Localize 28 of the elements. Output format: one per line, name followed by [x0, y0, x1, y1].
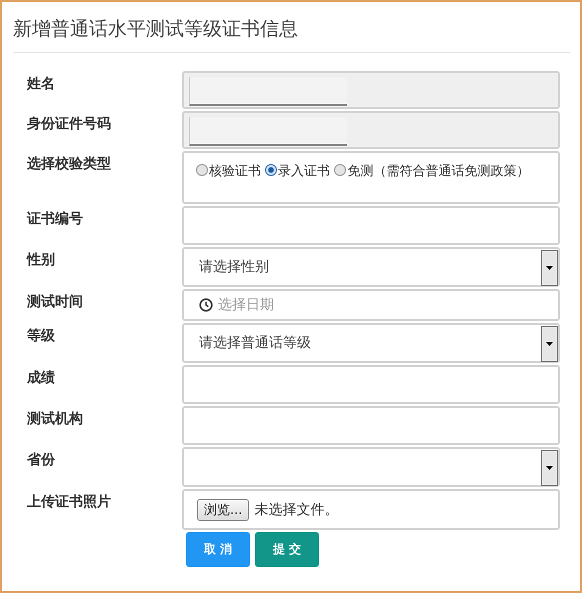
- browse-button[interactable]: 浏览...: [197, 498, 250, 520]
- text-field[interactable]: [182, 206, 560, 245]
- field-label: 上传证书照片: [27, 493, 111, 511]
- field-label: 等级: [27, 327, 55, 345]
- radio-button[interactable]: [265, 164, 278, 176]
- field-label: 省份: [27, 451, 55, 469]
- text-field[interactable]: [182, 365, 560, 404]
- page-title: 新增普通话水平测试等级证书信息: [12, 17, 299, 42]
- radio-button[interactable]: [196, 164, 208, 176]
- radio-button[interactable]: [334, 164, 346, 176]
- submit-button[interactable]: 提 交: [255, 532, 319, 567]
- radio-label[interactable]: 核验证书: [209, 164, 261, 179]
- field-label: 证书编号: [27, 210, 83, 228]
- field-label: 身份证件号码: [27, 115, 111, 133]
- clock-icon: [199, 298, 213, 312]
- file-status: 未选择文件。: [254, 500, 338, 518]
- text-field[interactable]: [182, 406, 560, 445]
- field-label: 性别: [27, 251, 55, 269]
- field-label: 成绩: [27, 369, 55, 387]
- select-field[interactable]: 请选择性别: [182, 247, 560, 287]
- radio-label[interactable]: 录入证书: [278, 164, 330, 179]
- select-field[interactable]: [182, 447, 560, 487]
- radio-label[interactable]: 免测（需符合普通话免测政策）: [347, 164, 530, 179]
- field-label: 测试机构: [27, 410, 83, 428]
- field-label: 姓名: [27, 75, 55, 93]
- field-label: 测试时间: [27, 293, 83, 311]
- select-field[interactable]: 请选择普通话等级: [182, 323, 560, 363]
- field-label: 选择校验类型: [27, 155, 111, 173]
